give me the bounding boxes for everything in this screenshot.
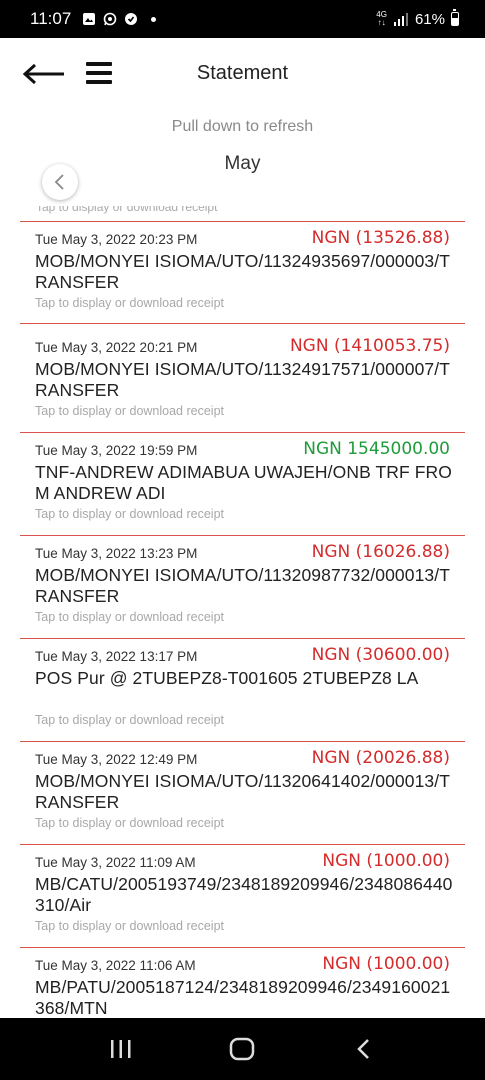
receipt-hint: Tap to display or download receipt [36, 206, 218, 214]
transaction-row[interactable]: Tue May 3, 2022 12:49 PM NGN (20026.88) … [20, 742, 465, 845]
receipt-hint: Tap to display or download receipt [35, 919, 225, 933]
page-title: Statement [196, 62, 289, 84]
chevron-left-icon [54, 174, 64, 190]
home-button[interactable] [222, 1029, 262, 1069]
transaction-row[interactable]: Tue May 3, 2022 13:23 PM NGN (16026.88) … [20, 536, 465, 639]
transaction-amount: NGN (1000.00) [322, 954, 450, 974]
recents-button[interactable] [101, 1029, 141, 1069]
transaction-row[interactable]: Tue May 3, 2022 11:06 AM NGN (1000.00) M… [20, 948, 465, 1018]
status-time: 11:07 [30, 9, 72, 28]
transaction-row[interactable]: Tue May 3, 2022 19:59 PM NGN 1545000.00 … [20, 433, 465, 536]
transaction-amount: NGN 1545000.00 [303, 439, 450, 459]
refresh-hint: Pull down to refresh [171, 118, 314, 135]
transaction-amount: NGN (30600.00) [311, 645, 450, 665]
transaction-description: MOB/MONYEI ISIOMA/UTO/11320641402/000013… [35, 771, 450, 812]
transaction-description: POS Pur @ 2TUBEPZ8-T001605 2TUBEPZ8 LA [35, 668, 419, 688]
transaction-description: MOB/MONYEI ISIOMA/UTO/11324917571/000007… [35, 359, 450, 400]
receipt-hint: Tap to display or download receipt [35, 816, 225, 830]
nav-back-button[interactable] [344, 1029, 384, 1069]
transaction-row[interactable]: Tue May 3, 2022 13:17 PM NGN (30600.00) … [20, 639, 465, 742]
transaction-description: MOB/MONYEI ISIOMA/UTO/11320987732/000013… [35, 565, 450, 606]
gallery-icon [83, 13, 96, 25]
battery-icon [451, 9, 459, 26]
app-header: Statement [0, 38, 485, 110]
transaction-description: MB/CATU/2005193749/2348189209946/2348086… [35, 874, 453, 915]
status-right: 4G ↑↓ 61% [376, 9, 459, 28]
battery-percent: 61% [414, 10, 445, 28]
transaction-amount: NGN (1000.00) [322, 851, 450, 871]
status-bar: 11:07 4G ↑↓ 61% [0, 0, 485, 38]
transaction-date: Tue May 3, 2022 13:23 PM [35, 546, 198, 561]
transaction-amount: NGN (16026.88) [311, 542, 450, 562]
transaction-date: Tue May 3, 2022 13:17 PM [35, 649, 198, 664]
transaction-date: Tue May 3, 2022 20:23 PM [35, 232, 198, 247]
transaction-list[interactable]: Tap to display or download receipt Tue M… [0, 206, 485, 1018]
receipt-hint: Tap to display or download receipt [35, 610, 225, 624]
transaction-date: Tue May 3, 2022 19:59 PM [35, 443, 198, 458]
recents-icon [110, 1040, 131, 1058]
transaction-row[interactable]: Tue May 3, 2022 20:21 PM NGN (1410053.75… [20, 330, 465, 433]
network-type: 4G ↑↓ [376, 10, 387, 27]
transaction-description: MOB/MONYEI ISIOMA/UTO/11324935697/000003… [35, 251, 450, 292]
transaction-amount: NGN (1410053.75) [289, 336, 450, 356]
receipt-hint: Tap to display or download receipt [35, 713, 225, 727]
transaction-description: TNF-ANDREW ADIMABUA UWAJEH/ONB TRF FROM … [35, 462, 453, 503]
transaction-date: Tue May 3, 2022 20:21 PM [35, 340, 198, 355]
previous-month-button[interactable] [42, 164, 78, 200]
transaction-description: MB/PATU/2005187124/2348189209946/2349160… [35, 977, 451, 1018]
transaction-amount: NGN (20026.88) [311, 748, 450, 768]
back-chevron-icon [357, 1039, 370, 1059]
receipt-hint: Tap to display or download receipt [35, 507, 225, 521]
status-left: 11:07 [30, 9, 157, 29]
system-nav-bar [0, 1018, 485, 1080]
receipt-hint: Tap to display or download receipt [35, 404, 225, 418]
transaction-date: Tue May 3, 2022 12:49 PM [35, 752, 198, 767]
transaction-amount: NGN (13526.88) [311, 228, 450, 248]
home-icon [230, 1037, 255, 1061]
transaction-date: Tue May 3, 2022 11:09 AM [35, 855, 196, 870]
signal-icon [393, 13, 408, 26]
transaction-row[interactable]: Tue May 3, 2022 20:23 PM NGN (13526.88) … [20, 221, 465, 324]
whatsapp-icon [103, 12, 117, 26]
transaction-date: Tue May 3, 2022 11:06 AM [35, 958, 196, 973]
vpn-icon [125, 13, 138, 25]
notification-dot [151, 16, 157, 22]
receipt-hint: Tap to display or download receipt [35, 296, 225, 310]
transaction-row[interactable]: Tue May 3, 2022 11:09 AM NGN (1000.00) M… [20, 845, 465, 948]
